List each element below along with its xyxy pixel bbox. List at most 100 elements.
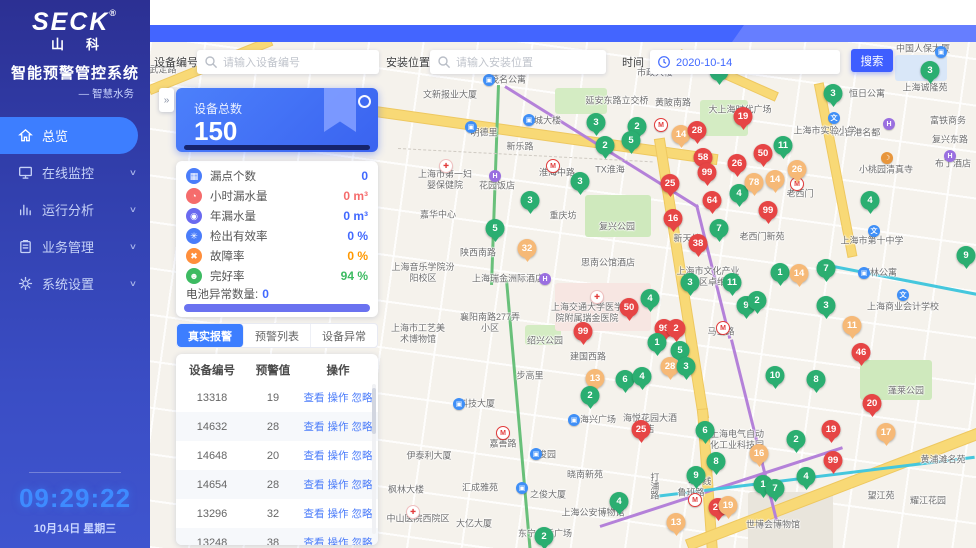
map-marker[interactable]: 11	[843, 316, 862, 335]
sidebar-item-online-monitor[interactable]: 在线监控∨	[0, 154, 150, 191]
map-marker[interactable]: 7	[817, 259, 836, 278]
op-查看[interactable]: 查看	[304, 421, 325, 433]
map-marker[interactable]: 1	[648, 333, 667, 352]
device-id-input[interactable]	[197, 50, 379, 74]
map-marker[interactable]: 10	[766, 366, 785, 385]
map-marker[interactable]: 50	[754, 144, 773, 163]
map-marker[interactable]: 4	[633, 367, 652, 386]
scrollbar-thumb[interactable]	[372, 388, 376, 434]
map-marker[interactable]: 4	[861, 191, 880, 210]
map-marker[interactable]: 32	[518, 239, 537, 258]
map-marker[interactable]: 4	[610, 492, 629, 511]
tab-真实报警[interactable]: 真实报警	[177, 324, 244, 347]
map-place-label: 嘉华中心	[420, 210, 456, 221]
map-marker[interactable]: 26	[728, 154, 747, 173]
map-marker[interactable]: 5	[622, 131, 641, 150]
map-marker[interactable]: 99	[824, 451, 843, 470]
map-marker[interactable]: 28	[688, 121, 707, 140]
map-marker[interactable]: 14	[766, 170, 785, 189]
map-place-label: 伊泰利大厦	[406, 451, 451, 462]
map-marker[interactable]: 16	[664, 209, 683, 228]
alarm-icon: ◔	[186, 188, 202, 204]
panel-collapse-handle[interactable]: »	[159, 88, 174, 112]
sidebar-item-system-settings[interactable]: 系统设置∨	[0, 265, 150, 302]
map-marker[interactable]: 2	[667, 319, 686, 338]
map-marker[interactable]: 3	[571, 172, 590, 191]
op-忽略[interactable]: 忽略	[352, 508, 373, 520]
map-marker[interactable]: 99	[698, 163, 717, 182]
map-marker[interactable]: 7	[766, 479, 785, 498]
op-操作[interactable]: 操作	[328, 508, 349, 520]
map-marker[interactable]: 19	[719, 496, 738, 515]
map-marker[interactable]: 3	[677, 357, 696, 376]
op-忽略[interactable]: 忽略	[352, 450, 373, 462]
op-查看[interactable]: 查看	[304, 479, 325, 491]
map-marker[interactable]: 14	[790, 264, 809, 283]
map-marker[interactable]: 78	[745, 173, 764, 192]
chevron-down-icon: ∨	[129, 205, 137, 214]
date-input[interactable]	[650, 50, 840, 74]
map-marker[interactable]: 3	[824, 84, 843, 103]
map-marker[interactable]: 26	[788, 160, 807, 179]
op-查看[interactable]: 查看	[304, 537, 325, 545]
op-忽略[interactable]: 忽略	[352, 479, 373, 491]
op-操作[interactable]: 操作	[328, 450, 349, 462]
map-marker[interactable]: 1	[771, 263, 790, 282]
map-marker[interactable]: 3	[587, 113, 606, 132]
device-id-label: 设备编号	[154, 54, 198, 70]
sidebar-item-run-analysis[interactable]: 运行分析∨	[0, 191, 150, 228]
map-marker[interactable]: 25	[661, 174, 680, 193]
circle-indicator-icon[interactable]	[358, 95, 371, 108]
op-忽略[interactable]: 忽略	[352, 537, 373, 545]
map-marker[interactable]: 2	[787, 430, 806, 449]
map-marker[interactable]: 38	[689, 234, 708, 253]
map-marker[interactable]: 19	[822, 420, 841, 439]
search-button[interactable]: 搜索	[851, 49, 893, 72]
map-marker[interactable]: 46	[852, 343, 871, 362]
map-marker[interactable]: 99	[574, 322, 593, 341]
op-忽略[interactable]: 忽略	[352, 392, 373, 404]
map-marker[interactable]: 2	[581, 386, 600, 405]
op-操作[interactable]: 操作	[328, 537, 349, 545]
map-marker[interactable]: 64	[703, 191, 722, 210]
map-marker[interactable]: 17	[877, 423, 896, 442]
map-marker[interactable]: 19	[734, 107, 753, 126]
op-查看[interactable]: 查看	[304, 508, 325, 520]
map-marker[interactable]: 9	[687, 466, 706, 485]
map-marker[interactable]: 13	[667, 513, 686, 532]
map-marker[interactable]: 20	[863, 394, 882, 413]
map-marker[interactable]: 3	[521, 191, 540, 210]
map-marker[interactable]: 9	[957, 246, 976, 265]
map-marker[interactable]: 8	[807, 370, 826, 389]
map-marker[interactable]: 11	[774, 136, 793, 155]
map-marker[interactable]: 4	[797, 467, 816, 486]
op-忽略[interactable]: 忽略	[352, 421, 373, 433]
op-查看[interactable]: 查看	[304, 450, 325, 462]
map-marker[interactable]: 3	[817, 296, 836, 315]
location-input[interactable]	[430, 50, 606, 74]
map-marker[interactable]: 11	[723, 273, 742, 292]
op-操作[interactable]: 操作	[328, 479, 349, 491]
map-marker[interactable]: 99	[759, 201, 778, 220]
op-查看[interactable]: 查看	[304, 392, 325, 404]
map-marker[interactable]: 25	[632, 420, 651, 439]
location-label: 安装位置	[386, 54, 430, 70]
sidebar-item-overview[interactable]: 总览	[0, 117, 138, 154]
tab-预警列表[interactable]: 预警列表	[244, 324, 311, 347]
map-marker[interactable]: 2	[596, 136, 615, 155]
op-操作[interactable]: 操作	[328, 421, 349, 433]
tab-设备异常[interactable]: 设备异常	[311, 324, 377, 347]
map-marker[interactable]: 3	[681, 273, 700, 292]
map-marker[interactable]: 6	[696, 421, 715, 440]
map-marker[interactable]: 5	[486, 219, 505, 238]
map-marker[interactable]: 4	[641, 289, 660, 308]
map-marker[interactable]: 8	[707, 452, 726, 471]
map-marker[interactable]: 6	[616, 370, 635, 389]
map-marker[interactable]: 50	[620, 298, 639, 317]
map-marker[interactable]: 2	[748, 291, 767, 310]
sidebar-item-business-mgmt[interactable]: 业务管理∨	[0, 228, 150, 265]
map-marker[interactable]: 2	[535, 527, 554, 546]
map-marker[interactable]: 16	[750, 444, 769, 463]
map-marker[interactable]: 7	[710, 219, 729, 238]
op-操作[interactable]: 操作	[328, 392, 349, 404]
